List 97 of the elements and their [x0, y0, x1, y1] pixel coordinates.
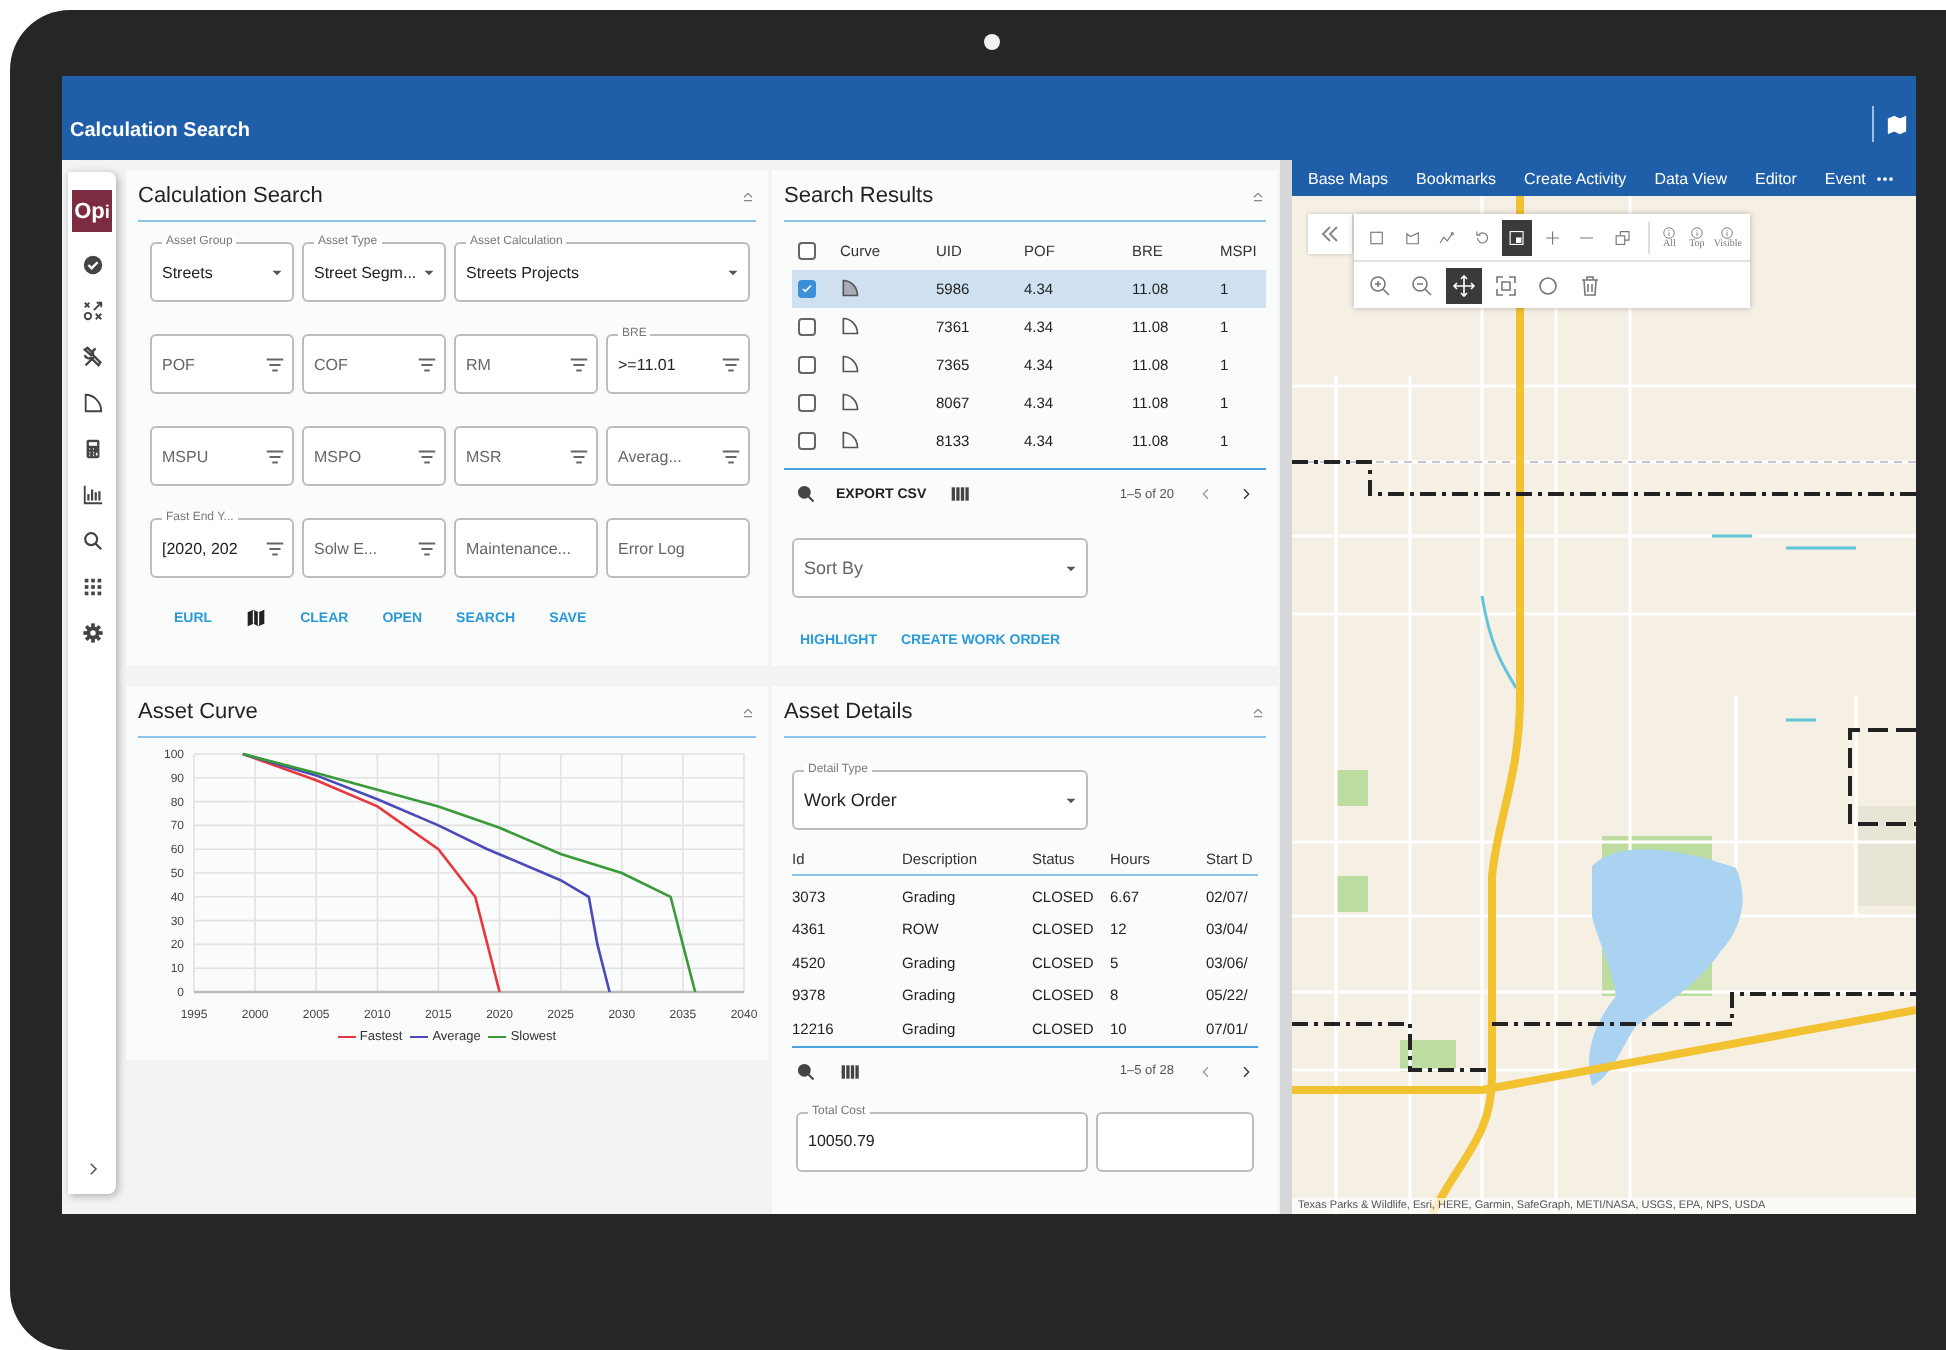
placeholder-text: MSR — [466, 447, 502, 465]
placeholder-text: Averag... — [618, 447, 682, 465]
checkbox[interactable] — [798, 241, 816, 259]
grid-icon[interactable] — [81, 576, 103, 598]
field-value: 10050.79 — [808, 1132, 875, 1150]
filter-icon[interactable] — [720, 353, 742, 375]
search-icon[interactable] — [81, 530, 103, 552]
filter-field[interactable]: MSR — [454, 426, 598, 486]
toolbar-tab[interactable]: Data View — [1654, 169, 1728, 187]
field-value: Streets Projects — [466, 263, 579, 281]
columns-icon[interactable] — [950, 484, 971, 504]
field-value: [2020, 202 — [162, 539, 238, 557]
toolbar-tab[interactable]: Base Maps — [1308, 169, 1389, 187]
toolbar-tab[interactable]: Bookmarks — [1416, 169, 1497, 187]
checkbox[interactable] — [798, 394, 816, 412]
placeholder-text: Solw E... — [314, 539, 378, 557]
field-value: Street Segm... — [314, 263, 417, 281]
select-field[interactable]: Sort By — [792, 538, 1088, 598]
filter-field[interactable]: COF — [302, 334, 446, 394]
move-tool-button[interactable] — [1446, 267, 1482, 303]
panel-title: Asset Details — [784, 699, 913, 723]
placeholder-text: MSPO — [314, 447, 362, 465]
chevron-right-icon[interactable] — [1238, 1063, 1254, 1079]
filter-icon[interactable] — [568, 353, 590, 375]
search-icon[interactable] — [796, 484, 816, 504]
calculator-icon[interactable] — [81, 438, 103, 460]
select-box-icon — [1508, 225, 1526, 249]
panel-title: Asset Curve — [138, 699, 258, 723]
cross-arrow-icon[interactable] — [81, 300, 103, 322]
checkbox[interactable] — [798, 318, 816, 336]
text-field[interactable]: Error Log — [606, 518, 750, 578]
search-icon[interactable] — [796, 1061, 816, 1081]
placeholder-text: RM — [466, 355, 491, 373]
info-icon — [1689, 225, 1704, 239]
panel-title: Search Results — [784, 183, 934, 207]
filter-icon[interactable] — [720, 445, 742, 467]
collapse-icon[interactable] — [1250, 187, 1266, 203]
chevron-left-icon[interactable] — [1198, 1063, 1214, 1079]
filter-field[interactable]: RM — [454, 334, 598, 394]
checkbox[interactable] — [798, 432, 816, 450]
checkbox[interactable] — [798, 280, 816, 298]
filter-field[interactable]: Solw E... — [302, 518, 446, 578]
trash-icon — [1578, 273, 1602, 297]
zoom-in-icon — [1368, 273, 1392, 297]
curve-icon[interactable] — [81, 392, 103, 414]
collapse-button[interactable] — [1308, 214, 1352, 254]
filter-field[interactable]: POF — [150, 334, 294, 394]
placeholder-text: Error Log — [618, 539, 685, 557]
field-value: >=11.01 — [618, 355, 676, 373]
map-icon[interactable] — [246, 608, 267, 628]
toolbar-tab[interactable]: Event — [1824, 169, 1866, 187]
toolbar-tab[interactable]: Create Activity — [1524, 169, 1627, 187]
check-circle-icon[interactable] — [81, 254, 103, 276]
bar-chart-icon[interactable] — [81, 484, 103, 506]
fullscreen-icon — [1494, 273, 1518, 297]
filter-icon[interactable] — [264, 445, 286, 467]
filter-field[interactable]: Averag... — [606, 426, 750, 486]
field-value: Streets — [162, 263, 213, 281]
info-icon — [1662, 225, 1677, 239]
collapse-icon[interactable] — [1250, 703, 1266, 719]
filter-icon[interactable] — [416, 537, 438, 559]
filter-icon[interactable] — [416, 353, 438, 375]
splitter-handle[interactable] — [1280, 160, 1292, 1214]
chevron-left-icon[interactable] — [1198, 486, 1214, 502]
select-box-tool-button[interactable] — [1502, 219, 1532, 255]
field-value: Work Order — [804, 790, 897, 810]
filter-icon[interactable] — [568, 445, 590, 467]
copy-icon — [1614, 225, 1632, 249]
filter-icon[interactable] — [264, 353, 286, 375]
input-field[interactable] — [1096, 1111, 1254, 1171]
zoom-out-icon — [1410, 273, 1434, 297]
placeholder-text: COF — [314, 355, 348, 373]
tools-icon[interactable] — [81, 346, 103, 368]
filter-field[interactable]: MSPU — [150, 426, 294, 486]
info-icon — [1720, 225, 1735, 239]
double-chevron-left-icon — [1316, 222, 1344, 246]
panel-title: Calculation Search — [138, 183, 323, 207]
placeholder-text: MSPU — [162, 447, 209, 465]
placeholder-text: Sort By — [804, 558, 864, 578]
app-title: Calculation Search — [70, 120, 251, 142]
toolbar-tab[interactable]: Editor — [1755, 169, 1797, 187]
filter-icon[interactable] — [416, 445, 438, 467]
map-icon[interactable] — [1886, 113, 1908, 135]
filter-field[interactable]: MSPO — [302, 426, 446, 486]
chevron-right-icon[interactable] — [1238, 486, 1254, 502]
collapse-icon[interactable] — [740, 703, 756, 719]
circle-icon — [1536, 273, 1560, 297]
checkbox[interactable] — [798, 356, 816, 374]
placeholder-text: Maintenance... — [466, 539, 571, 557]
move-icon — [1452, 273, 1476, 297]
settings-icon[interactable] — [81, 622, 103, 644]
filter-icon[interactable] — [264, 537, 286, 559]
columns-icon[interactable] — [840, 1061, 860, 1081]
collapse-icon[interactable] — [740, 187, 756, 203]
placeholder-text: POF — [162, 355, 195, 373]
camera-dot — [984, 34, 1000, 50]
text-field[interactable]: Maintenance... — [454, 518, 598, 578]
